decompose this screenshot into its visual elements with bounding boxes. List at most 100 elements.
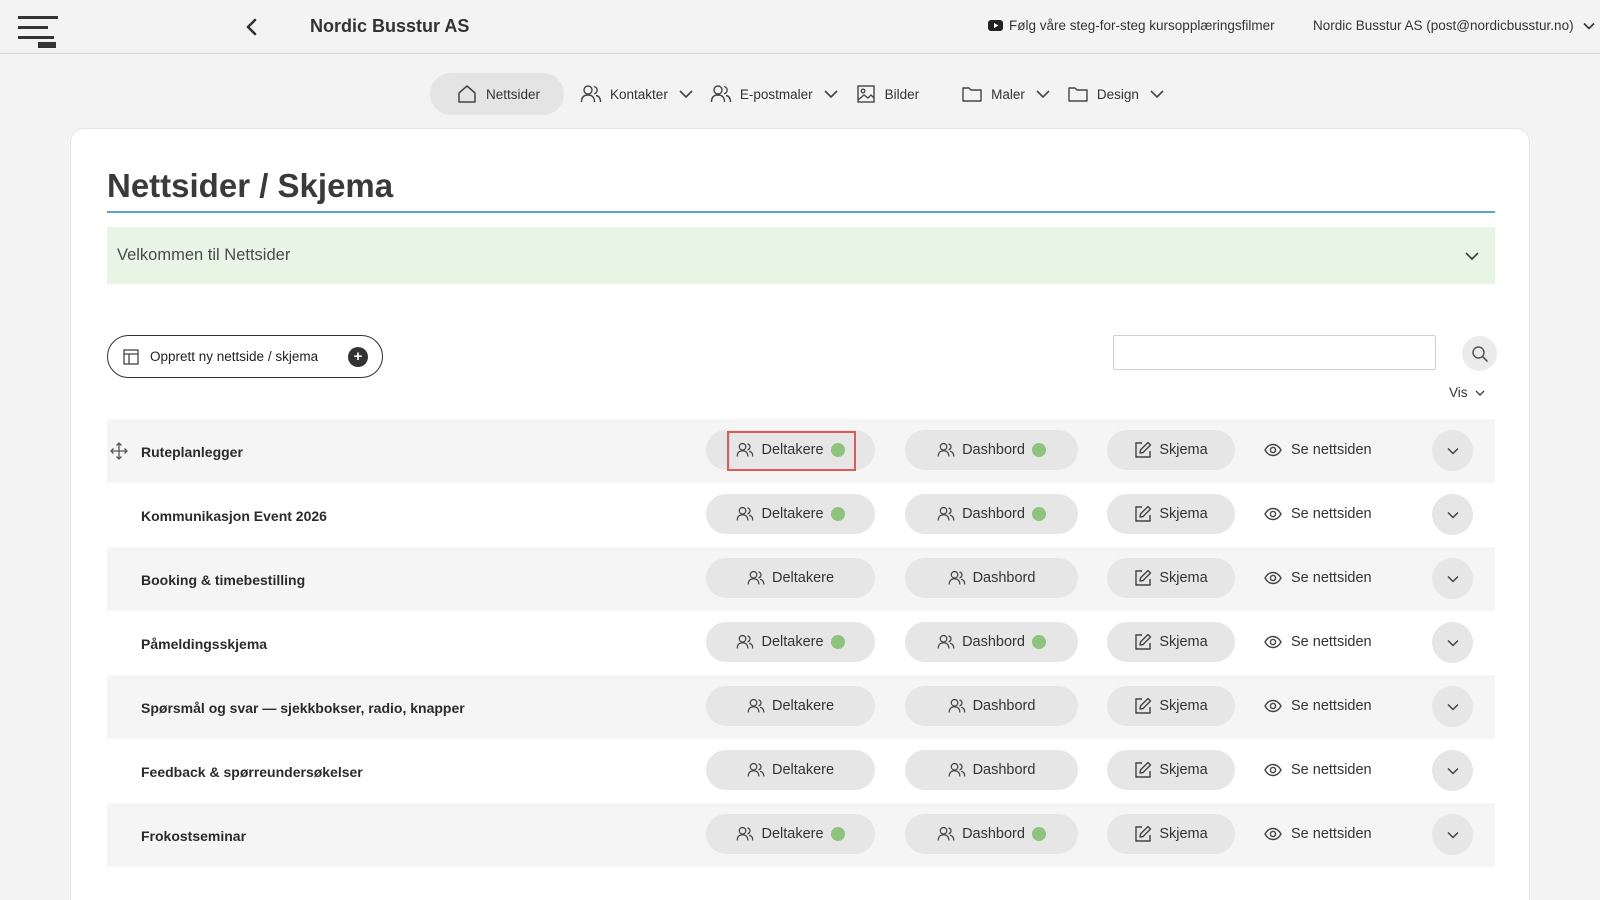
page-name: Booking & timebestilling [141,572,306,588]
form-button[interactable]: Skjema [1107,430,1235,470]
row-expand-button[interactable] [1432,750,1473,791]
back-chevron-icon[interactable] [240,15,264,39]
row-expand-button[interactable] [1432,622,1473,663]
folder-icon [961,83,983,105]
top-bar: Nordic Busstur AS Følg våre steg-for-ste… [0,0,1600,54]
row-expand-button[interactable] [1432,686,1473,727]
form-button[interactable]: Skjema [1107,750,1235,790]
search-button[interactable] [1462,336,1497,371]
nav-label: Nettsider [486,86,541,102]
nav-item-kontakter[interactable]: Kontakter [572,73,702,115]
chevron-down-icon [1446,444,1460,458]
main-card: Nettsider / Skjema Velkommen til Nettsid… [70,128,1530,900]
dashboard-button[interactable]: Dashbord [905,558,1078,598]
form-button[interactable]: Skjema [1107,622,1235,662]
view-site-link[interactable]: Se nettsiden [1264,750,1372,790]
view-site-label: Se nettsiden [1291,698,1372,714]
dashboard-button[interactable]: Dashbord [905,750,1078,790]
users-icon [948,569,966,587]
users-icon [736,505,754,523]
users-icon [736,441,754,459]
nav-label: Maler [991,86,1025,102]
status-dot [1031,635,1046,649]
page-name: Ruteplanlegger [141,444,243,460]
nav-label: Kontakter [610,86,668,102]
nav-item-maler[interactable]: Maler [953,73,1059,115]
form-button[interactable]: Skjema [1107,558,1235,598]
chevron-down-icon [1446,828,1460,842]
view-site-link[interactable]: Se nettsiden [1264,430,1372,470]
participants-label: Deltakere [761,826,824,842]
status-dot [830,827,845,841]
participants-label: Deltakere [771,570,835,586]
form-button[interactable]: Skjema [1107,494,1235,534]
eye-icon [1264,825,1282,843]
view-site-link[interactable]: Se nettsiden [1264,686,1372,726]
page-name: Påmeldingsskjema [141,636,268,652]
create-page-button[interactable]: Opprett ny nettside / skjema + [107,335,383,378]
view-options-dropdown[interactable]: Vis [1449,385,1486,400]
view-site-link[interactable]: Se nettsiden [1264,494,1372,534]
menu-icon[interactable] [16,14,60,50]
account-label: Nordic Busstur AS (post@nordicbusstur.no… [1313,18,1574,33]
nav-item-design[interactable]: Design [1059,73,1173,115]
view-site-link[interactable]: Se nettsiden [1264,814,1372,854]
nav-item-bilder[interactable]: Bilder [847,73,928,115]
users-icon [736,825,754,843]
users-icon [937,505,955,523]
view-site-label: Se nettsiden [1291,634,1372,650]
participants-button[interactable]: Deltakere [706,622,875,662]
dashboard-label: Dashbord [962,442,1025,458]
welcome-accordion[interactable]: Velkommen til Nettsider [107,227,1495,284]
view-site-label: Se nettsiden [1291,506,1372,522]
status-dot [1031,507,1046,521]
move-handle-icon[interactable] [110,442,128,460]
row-expand-button[interactable] [1432,558,1473,599]
list-item: Spørsmål og svar — sjekkbokser, radio, k… [107,675,1495,739]
search-icon [1471,345,1489,363]
form-button[interactable]: Skjema [1107,686,1235,726]
participants-button[interactable]: Deltakere [706,430,875,470]
chevron-down-icon [678,86,694,102]
video-tutorials-link[interactable]: Følg våre steg-for-steg kursopplæringsfi… [988,18,1275,33]
users-icon [948,761,966,779]
folder-icon [1067,83,1089,105]
chevron-down-icon [1463,247,1481,265]
page-title: Nettsider / Skjema [107,167,394,204]
eye-icon [1264,441,1282,459]
dashboard-button[interactable]: Dashbord [905,686,1078,726]
row-expand-button[interactable] [1432,430,1473,471]
dashboard-button[interactable]: Dashbord [905,494,1078,534]
view-site-label: Se nettsiden [1291,442,1372,458]
row-expand-button[interactable] [1432,814,1473,855]
list-item: Frokostseminar Deltakere Dashbord Skjema [107,803,1495,867]
edit-icon [1134,633,1152,651]
participants-button[interactable]: Deltakere [706,814,875,854]
dashboard-button[interactable]: Dashbord [905,622,1078,662]
nav-item-nettsider[interactable]: Nettsider [430,73,565,115]
participants-button[interactable]: Deltakere [706,750,875,790]
form-button[interactable]: Skjema [1107,814,1235,854]
view-site-link[interactable]: Se nettsiden [1264,558,1372,598]
chevron-down-icon [1446,636,1460,650]
dashboard-button[interactable]: Dashbord [905,430,1078,470]
row-expand-button[interactable] [1432,494,1473,535]
form-label: Skjema [1159,570,1208,586]
page-name: Kommunikasjon Event 2026 [141,508,327,524]
search-input[interactable] [1113,335,1436,370]
list-item: Booking & timebestilling Deltakere Dashb… [107,547,1495,611]
account-menu[interactable]: Nordic Busstur AS (post@nordicbusstur.no… [1313,18,1596,33]
dashboard-button[interactable]: Dashbord [905,814,1078,854]
participants-button[interactable]: Deltakere [706,686,875,726]
nav-item-e-postmaler[interactable]: E-postmaler [702,73,847,115]
eye-icon [1264,761,1282,779]
view-site-link[interactable]: Se nettsiden [1264,622,1372,662]
participants-button[interactable]: Deltakere [706,494,875,534]
list-item: Påmeldingsskjema Deltakere Dashbord Skje… [107,611,1495,675]
main-nav: Nettsider Kontakter E-postmaler Bilder M… [430,73,1173,115]
view-label: Vis [1449,385,1468,400]
chevron-down-icon [1149,86,1165,102]
view-site-label: Se nettsiden [1291,762,1372,778]
users-icon [937,441,955,459]
participants-button[interactable]: Deltakere [706,558,875,598]
